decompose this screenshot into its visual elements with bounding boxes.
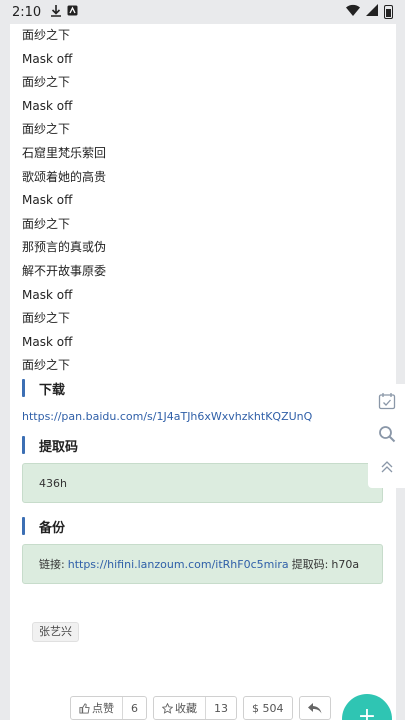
signal-icon xyxy=(366,4,378,20)
heading-bar xyxy=(22,517,25,535)
plus-icon: + xyxy=(357,704,377,720)
reply-icon xyxy=(307,702,321,713)
lyric-line: 面纱之下 xyxy=(22,358,71,373)
extract-code-box: 436h xyxy=(22,463,383,503)
backup-code-label: 提取码: xyxy=(291,558,329,571)
lyric-line: 面纱之下 xyxy=(22,75,71,90)
download-status-icon xyxy=(51,4,62,20)
artist-tag[interactable]: 张艺兴 xyxy=(32,622,79,642)
lyric-line: Mask off xyxy=(22,334,73,349)
reply-button[interactable] xyxy=(298,696,331,720)
lyric-line: 面纱之下 xyxy=(22,122,71,137)
favorite-label: 收藏 xyxy=(175,702,197,715)
post-content: 面纱之下 Mask off 面纱之下 Mask off 面纱之下 石窟里梵乐萦回… xyxy=(10,24,396,720)
heading-bar xyxy=(22,379,25,397)
favorite-segment[interactable]: 收藏 xyxy=(154,697,205,719)
extract-heading: 提取码 xyxy=(22,435,78,455)
lyric-line: 歌颂着她的高贵 xyxy=(22,169,107,184)
checkin-button[interactable] xyxy=(368,384,405,417)
calendar-check-icon xyxy=(378,392,395,409)
coin-label: $ 504 xyxy=(252,701,284,715)
favorite-button[interactable]: 收藏 13 xyxy=(153,696,237,720)
like-count: 6 xyxy=(122,697,146,719)
lyric-line: Mask off xyxy=(22,287,73,302)
extract-title: 提取码 xyxy=(39,439,79,455)
lyric-line: Mask off xyxy=(22,98,73,113)
backup-title: 备份 xyxy=(39,520,66,536)
double-chevron-up-icon xyxy=(381,460,392,472)
favorite-count: 13 xyxy=(205,697,236,719)
search-button[interactable] xyxy=(368,417,405,450)
thumbs-up-icon xyxy=(79,702,90,714)
backup-heading: 备份 xyxy=(22,516,65,536)
lyric-line: 面纱之下 xyxy=(22,216,71,231)
heading-bar xyxy=(22,436,25,454)
side-toolbar xyxy=(368,384,405,488)
notification-status-icon xyxy=(67,5,78,19)
reply-segment[interactable] xyxy=(300,697,330,719)
lyrics-list: 面纱之下 Mask off 面纱之下 Mask off 面纱之下 石窟里梵乐萦回… xyxy=(22,24,106,378)
status-bar: 2:10 xyxy=(0,0,405,24)
extract-code: 436h xyxy=(39,476,67,490)
lyric-line: 面纱之下 xyxy=(22,28,71,42)
download-title: 下载 xyxy=(39,382,66,398)
backup-box: 链接: https://hifini.lanzoum.com/itRhF0c5m… xyxy=(22,544,383,584)
star-icon xyxy=(162,702,173,714)
lyric-line: 那预言的真或伪 xyxy=(22,240,107,255)
lyric-line: 解不开故事原委 xyxy=(22,263,107,278)
lyric-line: 石窟里梵乐萦回 xyxy=(22,145,107,160)
scroll-top-button[interactable] xyxy=(368,450,405,483)
backup-link[interactable]: https://hifini.lanzoum.com/itRhF0c5mira xyxy=(68,558,289,571)
battery-icon xyxy=(384,5,393,19)
backup-link-label: 链接: xyxy=(39,558,65,571)
coin-button[interactable]: $ 504 xyxy=(243,696,293,720)
download-link[interactable]: https://pan.baidu.com/s/1J4aTJh6xWxvhzkh… xyxy=(22,410,312,423)
like-label: 点赞 xyxy=(92,702,114,715)
action-bar: 点赞 6 收藏 13 $ 504 xyxy=(70,696,331,720)
lyric-line: 面纱之下 xyxy=(22,311,71,326)
lyric-line: Mask off xyxy=(22,193,73,208)
like-segment[interactable]: 点赞 xyxy=(71,697,122,719)
wifi-icon xyxy=(346,4,360,20)
like-button[interactable]: 点赞 6 xyxy=(70,696,147,720)
backup-code: h70a xyxy=(331,557,360,571)
status-time: 2:10 xyxy=(12,4,42,20)
search-icon xyxy=(378,425,395,442)
lyric-line: Mask off xyxy=(22,51,73,66)
download-heading: 下载 xyxy=(22,378,65,398)
